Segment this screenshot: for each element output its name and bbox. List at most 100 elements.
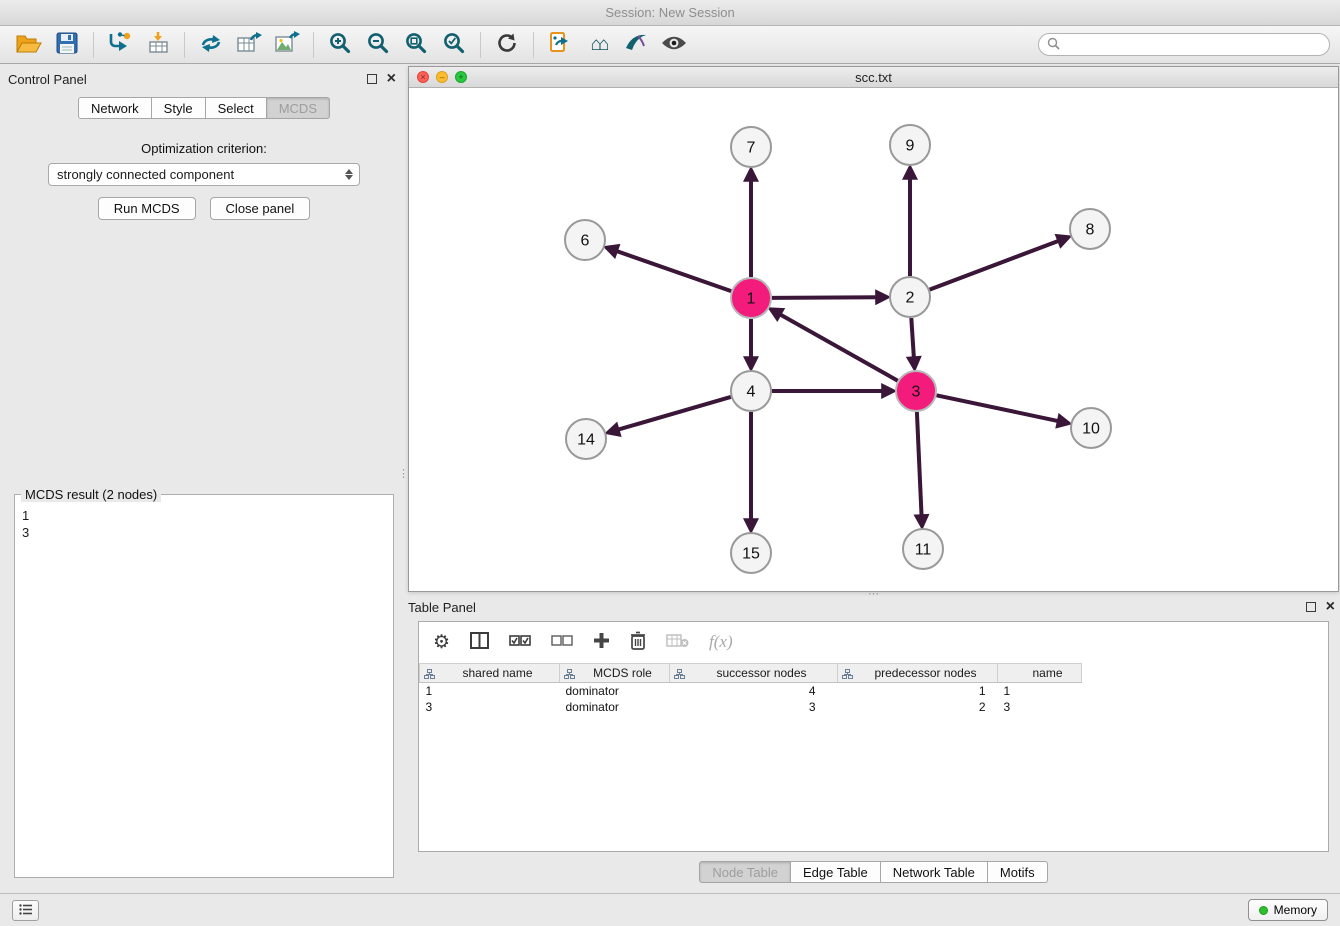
zoom-out-icon — [366, 31, 390, 58]
export-network-button[interactable] — [192, 29, 230, 61]
network-canvas[interactable]: 7968124314101511 — [409, 89, 1338, 591]
tab-edge-table[interactable]: Edge Table — [791, 861, 881, 883]
status-bar: Memory — [0, 893, 1340, 926]
gear-icon: ⚙ — [433, 631, 450, 654]
node-label-15: 15 — [742, 546, 760, 563]
node-label-6: 6 — [581, 233, 590, 250]
network-edge-2-8[interactable] — [930, 240, 1062, 290]
memory-button[interactable]: Memory — [1248, 899, 1328, 921]
zoom-selected-button[interactable] — [435, 29, 473, 61]
network-edge-4-14[interactable] — [615, 397, 731, 431]
close-table-panel-icon[interactable]: × — [1326, 602, 1335, 612]
table-settings-button[interactable]: ⚙ — [433, 631, 450, 653]
show-panels-button[interactable] — [12, 900, 39, 921]
node-table-cell[interactable]: 3 — [420, 699, 560, 715]
delete-column-button[interactable] — [630, 631, 646, 653]
network-edge-1-2[interactable] — [772, 297, 880, 298]
node-table-cell[interactable]: dominator — [560, 683, 670, 699]
tab-network[interactable]: Network — [78, 97, 152, 119]
network-edge-1-6[interactable] — [613, 250, 731, 291]
node-table-cell[interactable]: dominator — [560, 699, 670, 715]
float-panel-icon[interactable] — [367, 74, 377, 84]
close-window-icon[interactable]: × — [417, 71, 429, 83]
search-box[interactable] — [1038, 33, 1330, 56]
column-header-shared-name[interactable]: shared name — [420, 664, 560, 683]
apply-style-button[interactable] — [617, 29, 655, 61]
create-column-button[interactable] — [593, 631, 610, 653]
network-edge-3-11[interactable] — [917, 412, 922, 519]
network-window-title: scc.txt — [855, 70, 892, 85]
node-table-cell[interactable]: 1 — [998, 683, 1082, 699]
save-session-button[interactable] — [48, 29, 86, 61]
open-session-button[interactable] — [10, 29, 48, 61]
plus-icon — [593, 632, 610, 652]
zoom-fit-icon — [404, 31, 428, 58]
table-tabs: Node Table Edge Table Network Table Moti… — [408, 861, 1339, 883]
close-panel-button[interactable]: Close panel — [210, 197, 311, 220]
node-table-container: ⚙ f(x) — [418, 621, 1329, 852]
search-input[interactable] — [1065, 38, 1321, 52]
toolbar-separator — [533, 32, 534, 58]
network-graph[interactable]: 7968124314101511 — [409, 89, 1338, 592]
column-layout-button[interactable] — [470, 631, 489, 653]
export-image-button[interactable] — [268, 29, 306, 61]
run-mcds-button[interactable]: Run MCDS — [98, 197, 196, 220]
column-header-predecessor-nodes[interactable]: predecessor nodes — [838, 664, 998, 683]
tab-style[interactable]: Style — [152, 97, 206, 119]
column-header-mcds-role[interactable]: MCDS role — [560, 664, 670, 683]
column-header-name[interactable]: name — [998, 664, 1082, 683]
mcds-result-text[interactable]: 1 3 — [17, 505, 391, 875]
node-label-7: 7 — [747, 140, 756, 157]
node-table-cell[interactable]: 1 — [838, 683, 998, 699]
node-label-10: 10 — [1082, 421, 1100, 438]
node-table-row[interactable]: 3dominator323 — [420, 699, 1082, 715]
network-window-titlebar[interactable]: × – + scc.txt — [409, 67, 1338, 88]
function-builder-button[interactable]: f(x) — [709, 631, 733, 653]
zoom-fit-button[interactable] — [397, 29, 435, 61]
unchecked-boxes-icon — [551, 634, 573, 651]
delete-table-icon — [666, 633, 689, 651]
network-edge-3-1[interactable] — [777, 313, 898, 381]
network-edge-3-10[interactable] — [937, 395, 1062, 422]
tab-select[interactable]: Select — [206, 97, 267, 119]
show-hide-details-button[interactable] — [655, 29, 693, 61]
vertical-splitter[interactable]: ⋮ — [400, 66, 407, 882]
zoom-out-button[interactable] — [359, 29, 397, 61]
delete-table-button[interactable] — [666, 631, 689, 653]
node-table-row[interactable]: 1dominator411 — [420, 683, 1082, 699]
export-image-icon — [274, 31, 300, 58]
column-header-successor-nodes[interactable]: successor nodes — [670, 664, 838, 683]
criterion-dropdown[interactable]: strongly connected component — [48, 163, 360, 186]
trash-icon — [630, 631, 646, 653]
network-view-window: × – + scc.txt 7968124314101511 — [408, 66, 1339, 592]
maximize-window-icon[interactable]: + — [455, 71, 467, 83]
deselect-all-columns-button[interactable] — [551, 631, 573, 653]
minimize-window-icon[interactable]: – — [436, 71, 448, 83]
node-table-cell[interactable]: 2 — [838, 699, 998, 715]
close-panel-icon[interactable]: × — [387, 74, 396, 84]
zoom-in-icon — [328, 31, 352, 58]
node-table-cell[interactable]: 3 — [670, 699, 838, 715]
float-table-panel-icon[interactable] — [1306, 602, 1316, 612]
import-table-button[interactable] — [139, 29, 177, 61]
node-table-header-row: shared name MCDS role successor nodes pr… — [420, 664, 1082, 683]
column-type-icon — [842, 668, 853, 682]
import-network-button[interactable] — [101, 29, 139, 61]
table-panel-title: Table Panel — [408, 600, 476, 615]
import-table-icon — [146, 31, 170, 58]
home-view-button[interactable]: ⌂⌂ — [579, 29, 617, 61]
tab-node-table[interactable]: Node Table — [699, 861, 791, 883]
export-table-button[interactable] — [230, 29, 268, 61]
tab-mcds[interactable]: MCDS — [267, 97, 330, 119]
node-table-cell[interactable]: 3 — [998, 699, 1082, 715]
style-brush-icon — [624, 32, 648, 57]
refresh-view-button[interactable] — [488, 29, 526, 61]
node-table-cell[interactable]: 4 — [670, 683, 838, 699]
tab-motifs[interactable]: Motifs — [988, 861, 1048, 883]
clone-network-button[interactable] — [541, 29, 579, 61]
select-all-columns-button[interactable] — [509, 631, 531, 653]
network-edge-2-3[interactable] — [911, 318, 914, 361]
node-table-cell[interactable]: 1 — [420, 683, 560, 699]
tab-network-table[interactable]: Network Table — [881, 861, 988, 883]
zoom-in-button[interactable] — [321, 29, 359, 61]
